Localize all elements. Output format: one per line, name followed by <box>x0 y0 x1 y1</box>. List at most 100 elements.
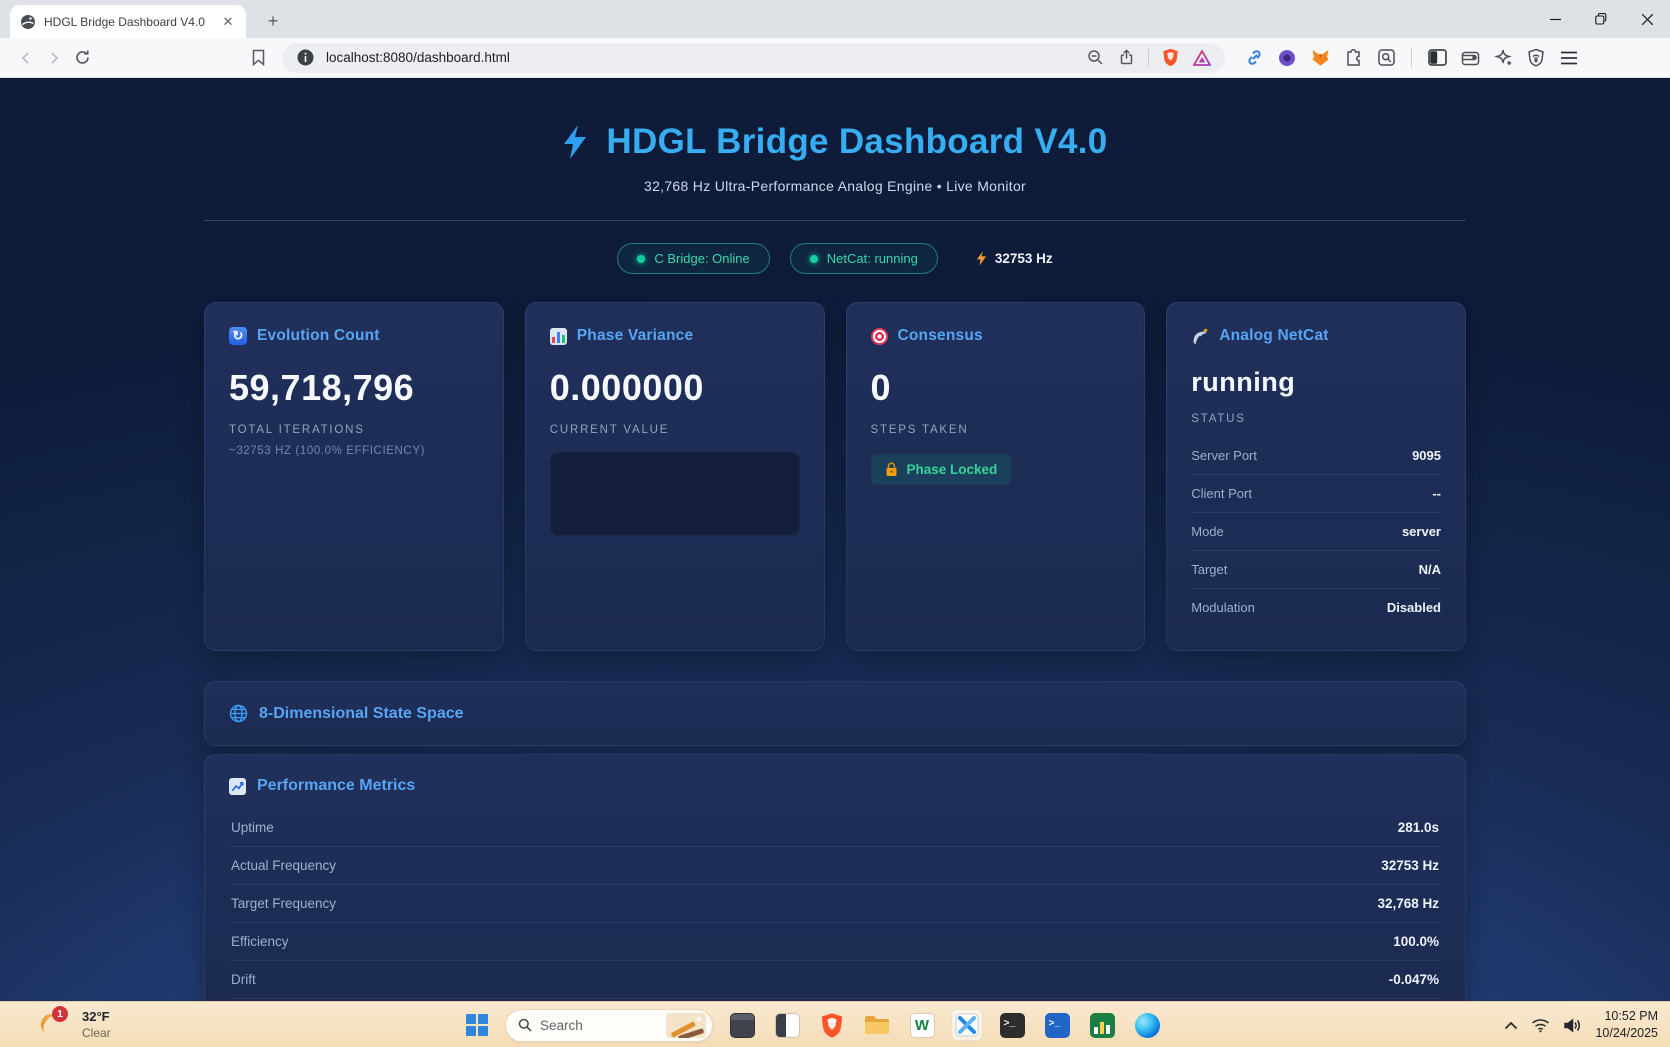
phase-locked-label: Phase Locked <box>907 462 998 477</box>
taskbar-x-server-icon[interactable] <box>951 1009 983 1041</box>
phase-variance-value: 0.000000 <box>550 367 800 409</box>
taskbar-file-explorer-icon[interactable] <box>861 1009 893 1041</box>
taskbar-w-app-icon[interactable]: W <box>906 1009 938 1041</box>
page-subtitle: 32,768 Hz Ultra-Performance Analog Engin… <box>204 178 1466 194</box>
window-close-button[interactable] <box>1624 0 1670 38</box>
chart-increasing-icon <box>229 778 246 795</box>
weather-widget[interactable]: 1 32°F Clear <box>36 1002 111 1047</box>
puzzle-extension-icon[interactable] <box>1340 45 1366 71</box>
taskbar-terminal-icon[interactable]: >_ <box>996 1009 1028 1041</box>
card-phase-variance: Phase Variance 0.000000 CURRENT VALUE <box>525 302 825 651</box>
brave-rewards-icon[interactable] <box>1191 47 1213 69</box>
tab-favicon-globe-icon <box>20 14 36 30</box>
zoom-icon[interactable] <box>1084 47 1106 69</box>
sidebar-icon[interactable] <box>1424 45 1450 71</box>
metric-row-efficiency: Efficiency 100.0% <box>229 923 1441 961</box>
card-title: Analog NetCat <box>1219 327 1328 345</box>
back-button[interactable] <box>12 44 40 72</box>
evolution-count-label: TOTAL ITERATIONS <box>229 424 479 436</box>
status-pill-netcat-label: NetCat: running <box>827 251 918 266</box>
window-minimize-button[interactable] <box>1532 0 1578 38</box>
start-button[interactable] <box>462 1010 492 1040</box>
forward-button[interactable] <box>40 44 68 72</box>
frequency-indicator: 32753 Hz <box>976 251 1053 266</box>
tray-chevron-up-icon[interactable] <box>1504 1021 1518 1030</box>
metric-row-actual-frequency: Actual Frequency 32753 Hz <box>229 847 1441 885</box>
consensus-value: 0 <box>871 367 1121 409</box>
weather-temp: 32°F <box>82 1009 111 1025</box>
bar-chart-icon <box>550 328 567 345</box>
browser-toolbar: localhost:8080/dashboard.html <box>0 38 1670 78</box>
tray-time: 10:52 PM <box>1595 1008 1658 1026</box>
metric-row-drift: Drift -0.047% <box>229 961 1441 999</box>
purple-extension-icon[interactable] <box>1274 45 1300 71</box>
metric-row-uptime: Uptime 281.0s <box>229 809 1441 847</box>
kv-row-client-port: Client Port -- <box>1191 475 1441 513</box>
card-evolution-count: ↻ Evolution Count 59,718,796 TOTAL ITERA… <box>204 302 504 651</box>
state-space-title: 8-Dimensional State Space <box>259 705 464 723</box>
phase-locked-badge: Phase Locked <box>871 454 1012 485</box>
kv-row-server-port: Server Port 9095 <box>1191 437 1441 475</box>
search-box-extension-icon[interactable] <box>1373 45 1399 71</box>
kv-row-mode: Mode server <box>1191 513 1441 551</box>
address-bar[interactable]: localhost:8080/dashboard.html <box>282 43 1225 73</box>
evolution-arrows-icon: ↻ <box>229 327 247 345</box>
search-icon <box>518 1018 532 1032</box>
card-consensus: Consensus 0 STEPS TAKEN Phase Locked <box>846 302 1146 651</box>
taskbar-edge-icon[interactable] <box>1131 1009 1163 1041</box>
weather-condition: Clear <box>82 1026 111 1041</box>
new-tab-button[interactable]: + <box>262 11 284 33</box>
kv-row-modulation: Modulation Disabled <box>1191 589 1441 626</box>
netcat-status-value: running <box>1191 367 1441 398</box>
frequency-value: 32753 Hz <box>995 251 1053 266</box>
windows-taskbar: 1 32°F Clear Search <box>0 1001 1670 1047</box>
menu-hamburger-icon[interactable] <box>1556 45 1582 71</box>
share-icon[interactable] <box>1116 47 1138 69</box>
card-title: Evolution Count <box>257 327 380 345</box>
netcat-status-label: STATUS <box>1191 413 1441 425</box>
reload-button[interactable] <box>68 44 96 72</box>
evolution-count-note: ~32753 HZ (100.0% EFFICIENCY) <box>229 445 479 457</box>
extensions-separator <box>1411 48 1412 68</box>
performance-metrics-panel: Performance Metrics Uptime 281.0s Actual… <box>204 754 1466 1001</box>
phase-variance-label: CURRENT VALUE <box>550 424 800 436</box>
phase-variance-chart <box>550 452 800 536</box>
taskbar-spreadsheet-chart-icon[interactable] <box>1086 1009 1118 1041</box>
taskbar-app-dark-window-icon[interactable] <box>726 1009 758 1041</box>
header-divider <box>204 220 1466 221</box>
kv-row-target: Target N/A <box>1191 551 1441 589</box>
url-text[interactable]: localhost:8080/dashboard.html <box>326 50 1074 65</box>
card-title: Phase Variance <box>577 327 694 345</box>
tab-close-icon[interactable]: ✕ <box>220 14 236 30</box>
bookmark-icon[interactable] <box>244 44 272 72</box>
tray-clock[interactable]: 10:52 PM 10/24/2025 <box>1595 1008 1658 1043</box>
metric-row-target-frequency: Target Frequency 32,768 Hz <box>229 885 1441 923</box>
card-analog-netcat: Analog NetCat running STATUS Server Port… <box>1166 302 1466 651</box>
brave-shields-icon[interactable] <box>1159 47 1181 69</box>
taskbar-search[interactable]: Search <box>505 1009 713 1042</box>
status-pill-netcat: NetCat: running <box>790 243 938 274</box>
wallet-icon[interactable] <box>1457 45 1483 71</box>
satellite-dish-icon <box>1191 327 1209 345</box>
metamask-fox-icon[interactable] <box>1307 45 1333 71</box>
site-info-icon[interactable] <box>294 47 316 69</box>
vpn-shield-icon[interactable] <box>1523 45 1549 71</box>
tab-title: HDGL Bridge Dashboard V4.0 <box>44 15 212 29</box>
browser-titlebar: HDGL Bridge Dashboard V4.0 ✕ + <box>0 0 1670 38</box>
windows-logo-icon <box>466 1014 488 1036</box>
online-dot-icon <box>637 255 645 263</box>
search-highlight-graphic[interactable] <box>666 1013 706 1038</box>
online-dot-icon <box>810 255 818 263</box>
browser-tab[interactable]: HDGL Bridge Dashboard V4.0 ✕ <box>10 5 246 38</box>
window-restore-button[interactable] <box>1578 0 1624 38</box>
taskbar-app-split-window-icon[interactable] <box>771 1009 803 1041</box>
link-extension-icon[interactable] <box>1241 45 1267 71</box>
taskbar-powershell-icon[interactable]: >_ <box>1041 1009 1073 1041</box>
volume-icon[interactable] <box>1563 1018 1582 1033</box>
dashboard-page: HDGL Bridge Dashboard V4.0 32,768 Hz Ult… <box>0 78 1670 1001</box>
wifi-icon[interactable] <box>1531 1018 1550 1033</box>
taskbar-brave-icon[interactable] <box>816 1009 848 1041</box>
card-title: Consensus <box>898 327 983 345</box>
leo-ai-sparkle-icon[interactable] <box>1490 45 1516 71</box>
notification-badge: 1 <box>52 1006 68 1022</box>
